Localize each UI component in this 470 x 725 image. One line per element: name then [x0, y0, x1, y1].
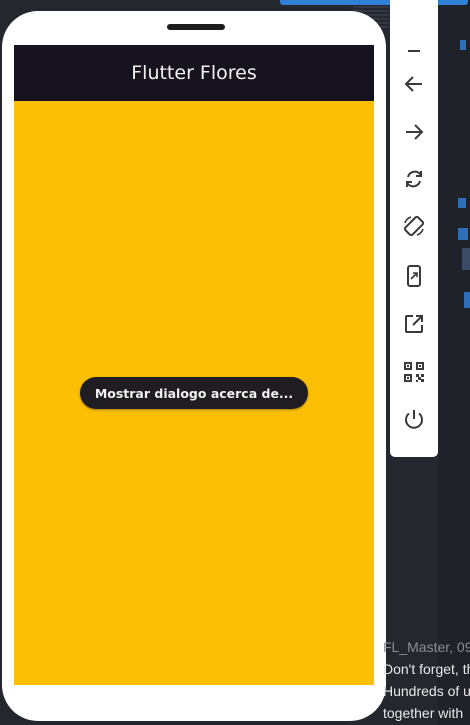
- app-title: Flutter Flores: [131, 62, 257, 84]
- forward-arrow-icon: [406, 124, 424, 140]
- notification-preview: FL_Master, 09 Don't forget, th Hundreds …: [383, 636, 470, 725]
- back-button[interactable]: [394, 66, 434, 102]
- minimize-button[interactable]: [394, 27, 434, 63]
- notification-line: Hundreds of u: [383, 683, 470, 699]
- resize-device-icon: [407, 265, 421, 287]
- power-icon: [405, 410, 423, 429]
- phone-frame: Flutter Flores Mostrar dialogo acerca de…: [2, 11, 386, 721]
- qr-code-icon: [404, 362, 424, 382]
- power-button[interactable]: [394, 401, 434, 437]
- rotate-device-icon: [403, 215, 425, 237]
- rotate-icon: [406, 170, 422, 188]
- resize-device-button[interactable]: [394, 258, 434, 294]
- emulator-toolbar: [390, 0, 438, 457]
- phone-speaker: [167, 24, 225, 30]
- notification-line: Don't forget, th: [383, 661, 470, 677]
- app-bar: Flutter Flores: [14, 45, 374, 101]
- rotate-device-button[interactable]: [394, 208, 434, 244]
- background-editor-strip: [438, 0, 470, 725]
- notification-line: together with: [383, 705, 464, 721]
- show-about-dialog-button[interactable]: Mostrar dialogo acerca de...: [80, 377, 308, 409]
- back-arrow-icon: [404, 76, 422, 92]
- qr-code-button[interactable]: [394, 354, 434, 390]
- rotate-button[interactable]: [394, 161, 434, 197]
- app-screen: Flutter Flores Mostrar dialogo acerca de…: [14, 45, 374, 685]
- forward-button[interactable]: [394, 114, 434, 150]
- background-tab-highlight: [280, 0, 468, 5]
- notification-title: FL_Master, 09: [383, 639, 470, 655]
- open-external-icon: [405, 315, 423, 333]
- open-external-button[interactable]: [394, 306, 434, 342]
- minimize-icon: [408, 50, 420, 52]
